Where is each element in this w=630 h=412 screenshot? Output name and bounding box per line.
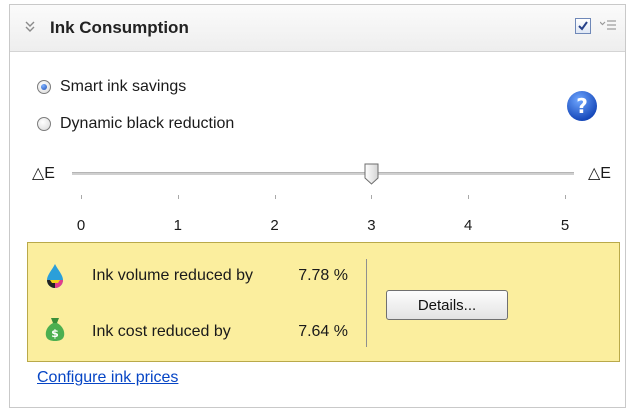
- enable-checkbox[interactable]: [575, 18, 591, 34]
- panel-title: Ink Consumption: [50, 18, 189, 37]
- panel-menu-icon[interactable]: [599, 19, 616, 33]
- slider-track[interactable]: [72, 172, 574, 175]
- slider-tick-label: 2: [270, 217, 279, 234]
- slider-tick: [371, 195, 373, 199]
- radio-label: Dynamic black reduction: [60, 115, 235, 132]
- svg-text:?: ?: [576, 94, 588, 118]
- ink-volume-value: 7.78 %: [298, 267, 348, 284]
- savings-summary: Ink volume reduced by 7.78 % $ Ink cost …: [27, 242, 620, 362]
- help-icon[interactable]: ?: [566, 90, 598, 122]
- panel-header[interactable]: Ink Consumption: [10, 5, 625, 52]
- slider-tick-label: 1: [173, 217, 182, 234]
- ink-volume-label: Ink volume reduced by: [92, 267, 253, 284]
- slider-tick: [468, 195, 470, 199]
- radio-button[interactable]: [37, 117, 51, 131]
- radio-label: Smart ink savings: [60, 78, 187, 95]
- slider-max-label: △E: [588, 165, 611, 182]
- slider-tick-label: 3: [367, 217, 376, 234]
- vertical-divider: [366, 259, 367, 347]
- ink-cost-label: Ink cost reduced by: [92, 323, 231, 340]
- slider-tick-label: 5: [560, 217, 570, 234]
- slider-thumb[interactable]: [364, 163, 379, 185]
- slider-min-label: △E: [32, 165, 55, 182]
- money-bag-icon: $: [44, 316, 66, 342]
- slider-tick-label: 4: [464, 217, 473, 234]
- double-chevron-icon[interactable]: [22, 17, 38, 37]
- slider-tick: [81, 195, 82, 199]
- ink-consumption-panel: Ink Consumption Smart ink savings Dynami…: [9, 4, 626, 408]
- delta-e-slider[interactable]: [72, 163, 574, 199]
- ink-drop-icon: [44, 263, 66, 289]
- radio-dynamic-black-reduction[interactable]: Dynamic black reduction: [37, 113, 234, 135]
- radio-button[interactable]: [37, 80, 51, 94]
- details-button[interactable]: Details...: [386, 290, 508, 320]
- configure-ink-prices-link[interactable]: Configure ink prices: [37, 369, 178, 387]
- svg-text:$: $: [51, 327, 59, 340]
- slider-tick: [274, 195, 276, 199]
- slider-tick: [177, 195, 179, 199]
- ink-cost-value: 7.64 %: [298, 323, 348, 340]
- checkmark-icon: [578, 21, 588, 31]
- slider-tick-label: 0: [76, 217, 86, 234]
- radio-smart-ink-savings[interactable]: Smart ink savings: [37, 76, 186, 98]
- slider-tick: [565, 195, 566, 199]
